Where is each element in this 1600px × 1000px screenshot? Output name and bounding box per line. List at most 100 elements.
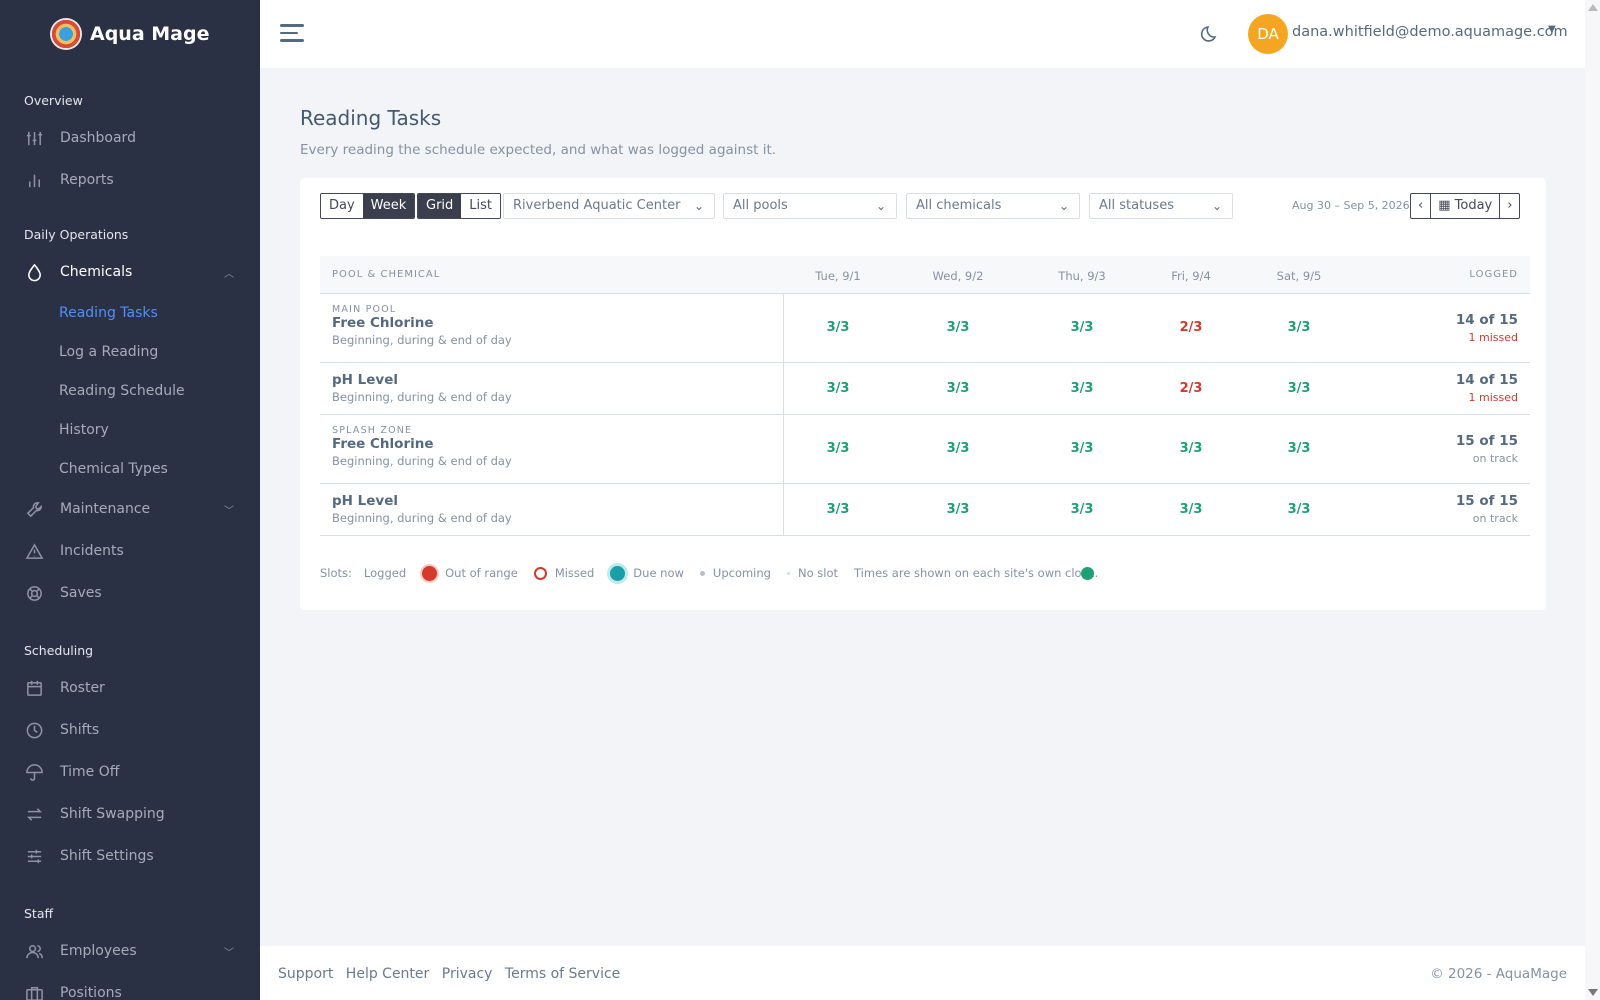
footer-link-support[interactable]: Support [278,966,333,982]
scroll-up-icon[interactable] [1588,4,1598,11]
date-nav: ‹ ▦ Today › [1410,193,1521,219]
sidebar-item-label: Time Off [60,764,120,780]
sidebar-item-label: Shift Settings [60,848,154,864]
sidebar-item-shift-swapping[interactable]: Shift Swapping [0,793,260,835]
prev-week-button[interactable]: ‹ [1411,194,1432,218]
col-header-day: Thu, 9/3 [1058,269,1106,283]
table-row[interactable]: SPLASH ZONE Free Chlorine Beginning, dur… [320,415,1530,484]
logged-summary: 15 of 15 on track [1456,433,1518,465]
mode-grid-button[interactable]: Grid [418,194,462,218]
menu-toggle-icon[interactable] [280,24,304,44]
mode-list-button[interactable]: List [461,194,501,218]
site-select[interactable]: Riverbend Aquatic Center ⌄ [503,193,715,219]
slot-cell[interactable]: 3/3 [1071,381,1094,396]
chevron-down-icon: ⌄ [693,199,704,213]
sidebar-item-time-off[interactable]: Time Off [0,751,260,793]
sidebar-item-positions[interactable]: Positions [0,972,260,1000]
logged-summary: 14 of 15 1 missed [1456,372,1518,404]
pools-select[interactable]: All pools ⌄ [723,193,897,219]
next-week-button[interactable]: › [1500,194,1519,218]
today-label: Today [1454,198,1493,213]
table-row[interactable]: MAIN POOL Free Chlorine Beginning, durin… [320,294,1530,363]
sidebar-item-dashboard[interactable]: Dashboard [0,117,260,159]
sidebar-item-shift-settings[interactable]: Shift Settings [0,835,260,877]
slot-cell[interactable]: 2/3 [1180,320,1203,335]
sidebar-item-label: Dashboard [60,130,136,146]
today-button[interactable]: ▦ Today [1431,194,1501,218]
sidebar-item-maintenance[interactable]: Maintenance ﹀ [0,488,260,530]
slot-cell[interactable]: 3/3 [827,320,850,335]
logged-count: 14 of 15 [1455,312,1518,328]
sidebar-item-label: Shifts [60,722,100,738]
grid-header: POOL & CHEMICAL Tue, 9/1 Wed, 9/2 Thu, 9… [320,256,1530,294]
moon-icon[interactable] [1200,24,1220,44]
slot-cell[interactable]: 3/3 [1288,502,1311,517]
slot-cell[interactable]: 3/3 [947,381,970,396]
sidebar-subitem-reading-schedule[interactable]: Reading Schedule [0,371,260,410]
legend-no-slot: No slot [786,566,838,580]
sidebar-subitem-history[interactable]: History [0,410,260,449]
reading-grid: POOL & CHEMICAL Tue, 9/1 Wed, 9/2 Thu, 9… [320,256,1530,536]
slot-cell[interactable]: 3/3 [1288,441,1311,456]
sidebar-item-label: Maintenance [60,501,151,517]
slot-cell[interactable]: 3/3 [947,441,970,456]
slot-cell[interactable]: 3/3 [1071,441,1094,456]
sidebar-item-roster[interactable]: Roster [0,667,260,709]
slot-cell[interactable]: 3/3 [1288,381,1311,396]
slot-cell[interactable]: 3/3 [1180,441,1203,456]
logged-count: 14 of 15 [1455,372,1518,388]
logged-status: 1 missed [1468,391,1518,404]
sidebar-item-chemicals[interactable]: Chemicals ︿ [0,251,260,293]
section-overview: Overview [24,93,83,108]
top-header: DA dana.whitfield@demo.aquamage.com ▼ [260,0,1585,68]
sidebar-subitem-reading-tasks[interactable]: Reading Tasks [0,293,260,332]
slot-cell[interactable]: 3/3 [1071,502,1094,517]
users-icon [24,941,44,961]
sidebar-subitem-log-reading[interactable]: Log a Reading [0,332,260,371]
page-scrollbar[interactable] [1585,0,1600,1000]
bar-chart-icon [24,170,44,190]
slot-cell[interactable]: 2/3 [1180,381,1203,396]
legend-text: Upcoming [712,566,771,580]
statuses-select[interactable]: All statuses ⌄ [1089,193,1233,219]
footer-link-terms[interactable]: Terms of Service [505,966,620,982]
slot-cell[interactable]: 3/3 [827,381,850,396]
footer-link-help-center[interactable]: Help Center [346,966,430,982]
upcoming-dot-icon [699,570,705,576]
row-label: pH Level Beginning, during & end of day [320,484,784,535]
view-day-button[interactable]: Day [321,194,363,218]
user-email[interactable]: dana.whitfield@demo.aquamage.com [1292,24,1568,40]
chevron-down-icon[interactable]: ▼ [1548,24,1556,35]
slot-cell[interactable]: 3/3 [1071,320,1094,335]
slot-cell[interactable]: 3/3 [1288,320,1311,335]
sidebar-item-employees[interactable]: Employees ﹀ [0,930,260,972]
page-subtitle: Every reading the schedule expected, and… [300,142,777,158]
footer: Support Help Center Privacy Terms of Ser… [260,946,1585,1000]
footer-link-privacy[interactable]: Privacy [442,966,493,982]
table-row[interactable]: pH Level Beginning, during & end of day … [320,363,1530,415]
slots-legend: Slots: Logged Out of range Missed Due no… [320,564,1114,582]
chemical-name: pH Level [332,493,399,509]
slot-cell[interactable]: 3/3 [947,502,970,517]
slot-cell[interactable]: 3/3 [827,441,850,456]
brand[interactable]: Aqua Mage [0,0,260,68]
scroll-down-icon[interactable] [1588,989,1598,996]
legend-due-now: Due now [610,565,684,581]
slot-cell[interactable]: 3/3 [827,502,850,517]
table-row[interactable]: pH Level Beginning, during & end of day … [320,484,1530,536]
chemicals-select[interactable]: All chemicals ⌄ [906,193,1080,219]
sidebar-subitem-chemical-types[interactable]: Chemical Types [0,449,260,488]
sidebar-item-shifts[interactable]: Shifts [0,709,260,751]
slot-cell[interactable]: 3/3 [1180,502,1203,517]
sidebar-item-reports[interactable]: Reports [0,159,260,201]
logged-status: on track [1472,452,1518,465]
row-label: pH Level Beginning, during & end of day [320,363,784,414]
calendar-icon [24,678,44,698]
sidebar-item-saves[interactable]: Saves [0,572,260,614]
chemical-name: Free Chlorine [332,315,434,331]
view-week-button[interactable]: Week [362,194,415,218]
footer-copyright: © 2026 - AquaMage [1430,966,1567,982]
sidebar-item-incidents[interactable]: Incidents [0,530,260,572]
avatar[interactable]: DA [1248,14,1288,54]
slot-cell[interactable]: 3/3 [947,320,970,335]
